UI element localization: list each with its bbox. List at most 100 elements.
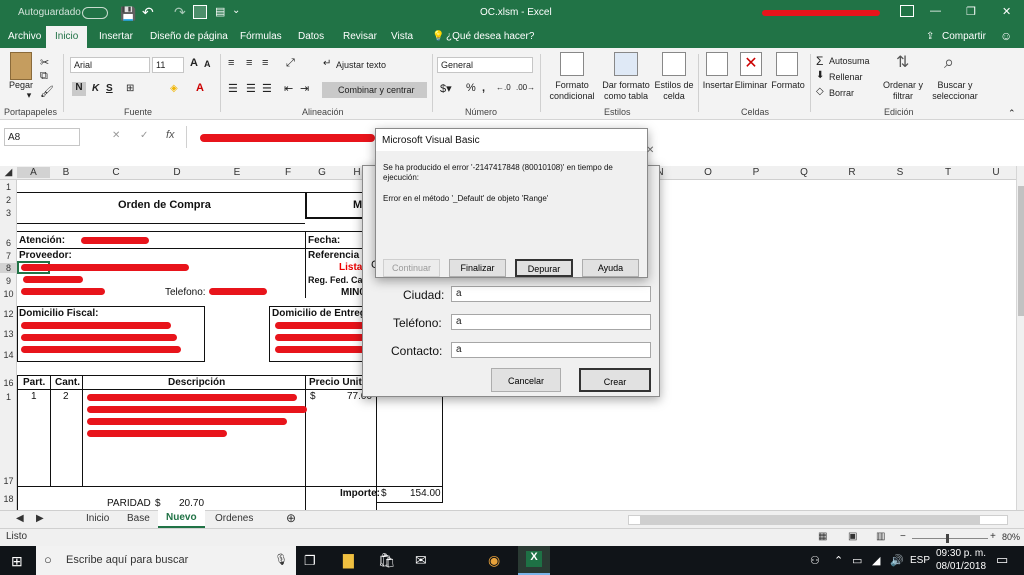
prev-sheet-icon[interactable]: ◀: [16, 513, 24, 524]
column-header-o[interactable]: O: [692, 167, 724, 178]
continue-button[interactable]: Continuar: [383, 259, 440, 277]
bold-icon[interactable]: N: [72, 82, 86, 96]
taskbar-search[interactable]: ○ Escribe aquí para buscar 🎙: [36, 546, 296, 575]
column-header-g[interactable]: G: [306, 167, 338, 178]
show-hidden-icon[interactable]: ⌃: [834, 554, 843, 567]
sort-filter-button[interactable]: Ordenar y filtrar: [880, 80, 926, 102]
clear-button[interactable]: Borrar: [829, 88, 854, 99]
ciudad-input[interactable]: a: [451, 286, 651, 302]
delete-cells-button[interactable]: Eliminar: [732, 80, 770, 91]
notifications-icon[interactable]: ▭: [996, 552, 1008, 568]
row-header-selected[interactable]: 8: [0, 263, 17, 273]
comma-icon[interactable]: ,: [482, 82, 485, 94]
tab-archivo[interactable]: Archivo: [8, 31, 41, 42]
customize-qat-icon[interactable]: ⌄: [232, 5, 240, 16]
save-icon[interactable]: 💾: [120, 6, 136, 22]
align-center-icon[interactable]: ☰: [246, 82, 256, 95]
row-header[interactable]: 1: [0, 392, 17, 402]
telefono-input[interactable]: a: [451, 314, 651, 330]
cell-styles-button[interactable]: Estilos de celda: [652, 80, 696, 102]
align-bottom-icon[interactable]: ≡: [262, 57, 268, 69]
align-left-icon[interactable]: ☰: [228, 82, 238, 95]
sheet-tab-inicio[interactable]: Inicio: [86, 513, 109, 524]
tab-vista[interactable]: Vista: [391, 31, 413, 42]
clock-time[interactable]: 09:30 p. m.: [936, 548, 986, 559]
borders-icon[interactable]: ⊞: [126, 83, 134, 94]
font-color-icon[interactable]: A: [196, 82, 204, 94]
grow-font-icon[interactable]: A: [190, 57, 198, 69]
paste-dropdown-icon[interactable]: ▾: [24, 90, 34, 101]
cancel-button[interactable]: Cancelar: [491, 368, 561, 392]
ribbon-display-icon[interactable]: [900, 5, 914, 17]
select-all-corner[interactable]: ◢: [0, 167, 17, 178]
create-button[interactable]: Crear: [579, 368, 651, 392]
zoom-in-icon[interactable]: +: [990, 531, 996, 542]
merge-center-button[interactable]: Combinar y centrar: [338, 85, 415, 96]
font-size-select[interactable]: 11: [152, 57, 184, 73]
shrink-font-icon[interactable]: A: [204, 59, 211, 69]
close-button[interactable]: ✕: [1002, 5, 1011, 18]
row-header[interactable]: 14: [0, 350, 17, 360]
cancel-formula-icon[interactable]: ✕: [112, 130, 120, 141]
row-header[interactable]: 17: [0, 476, 17, 486]
page-layout-icon[interactable]: ▣: [848, 531, 857, 542]
column-header-e[interactable]: E: [204, 167, 270, 178]
people-icon[interactable]: ⚇: [810, 554, 820, 567]
search-placeholder[interactable]: Escribe aquí para buscar: [66, 554, 188, 566]
autosave-toggle[interactable]: [82, 7, 108, 19]
tab-inicio[interactable]: Inicio: [46, 26, 88, 48]
task-view-icon[interactable]: ❐: [304, 553, 316, 569]
fill-button[interactable]: Rellenar: [829, 72, 863, 83]
sheet-tab-ordenes[interactable]: Ordenes: [215, 513, 253, 524]
autosum-button[interactable]: Autosuma: [829, 56, 870, 67]
clipboard-icon[interactable]: [10, 52, 32, 80]
font-name-select[interactable]: Arial: [70, 57, 150, 73]
column-header-r[interactable]: R: [836, 167, 868, 178]
orientation-icon[interactable]: ⤢: [286, 57, 295, 70]
format-table-button[interactable]: Dar formato como tabla: [598, 80, 654, 102]
align-top-icon[interactable]: ≡: [228, 57, 234, 69]
decrease-decimal-icon[interactable]: .00→: [516, 83, 535, 92]
insert-function-icon[interactable]: fx: [166, 129, 175, 141]
fill-color-icon[interactable]: ◈: [170, 83, 178, 94]
row-header[interactable]: 13: [0, 329, 17, 339]
increase-decimal-icon[interactable]: ←.0: [496, 83, 511, 92]
cut-icon[interactable]: ✂: [40, 56, 49, 69]
row-header[interactable]: 2: [0, 195, 17, 205]
debug-button[interactable]: Depurar: [515, 259, 573, 277]
currency-icon[interactable]: $▾: [440, 82, 452, 95]
zoom-out-icon[interactable]: −: [900, 531, 906, 542]
row-header[interactable]: 10: [0, 289, 17, 299]
maximize-button[interactable]: ❐: [966, 5, 976, 18]
horizontal-scroll-thumb[interactable]: [640, 516, 980, 524]
percent-icon[interactable]: %: [466, 82, 476, 94]
row-header[interactable]: 12: [0, 309, 17, 319]
help-button[interactable]: Ayuda: [582, 259, 639, 277]
column-header-t[interactable]: T: [932, 167, 964, 178]
tab-datos[interactable]: Datos: [298, 31, 324, 42]
sheet-tab-nuevo[interactable]: Nuevo: [158, 510, 205, 528]
volume-icon[interactable]: 🔊: [890, 554, 904, 567]
row-header[interactable]: 1: [0, 182, 17, 192]
zoom-slider-thumb[interactable]: [946, 534, 949, 543]
indent-increase-icon[interactable]: ⇥: [300, 82, 309, 95]
row-header[interactable]: 3: [0, 208, 17, 218]
align-middle-icon[interactable]: ≡: [246, 57, 252, 69]
vertical-scroll-thumb[interactable]: [1018, 186, 1024, 316]
row-header[interactable]: 7: [0, 251, 17, 261]
tab-revisar[interactable]: Revisar: [343, 31, 377, 42]
column-header-b[interactable]: B: [50, 167, 82, 178]
chrome-icon[interactable]: ◉: [488, 552, 500, 569]
collapse-ribbon-icon[interactable]: ⌃: [1008, 108, 1016, 119]
clock-date[interactable]: 08/01/2018: [936, 561, 986, 572]
format-cells-button[interactable]: Formato: [768, 80, 808, 91]
column-header-u[interactable]: U: [980, 167, 1012, 178]
zoom-level[interactable]: 80%: [1002, 532, 1020, 542]
form-icon[interactable]: [193, 5, 207, 19]
vertical-scrollbar[interactable]: [1016, 166, 1024, 510]
redo-icon[interactable]: ↷: [174, 4, 186, 21]
align-right-icon[interactable]: ☰: [262, 82, 272, 95]
tell-me-input[interactable]: ¿Qué desea hacer?: [446, 31, 534, 42]
wrap-text-button[interactable]: Ajustar texto: [336, 60, 386, 71]
add-sheet-icon[interactable]: ⊕: [286, 511, 296, 525]
